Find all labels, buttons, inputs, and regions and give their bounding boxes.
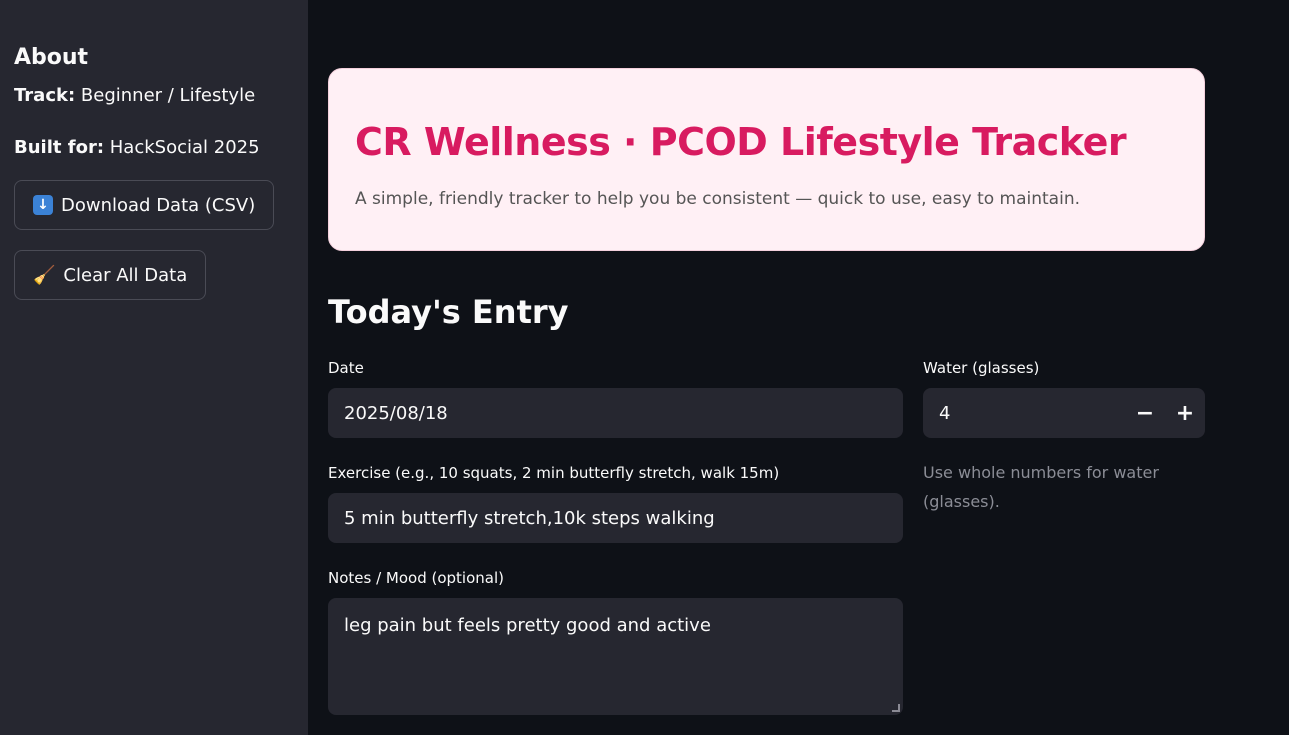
date-label: Date [328, 359, 364, 377]
water-label: Water (glasses) [923, 359, 1040, 377]
notes-textarea[interactable]: leg pain but feels pretty good and activ… [328, 598, 903, 715]
clear-all-data-button[interactable]: 🧹 Clear All Data [14, 250, 207, 300]
clear-all-data-label: Clear All Data [63, 264, 188, 286]
track-label: Track: [14, 85, 76, 106]
water-value: 4 [939, 402, 951, 424]
download-arrow-icon: ↓ [33, 195, 53, 215]
section-title: Today's Entry [328, 293, 569, 331]
date-input[interactable]: 2025/08/18 [328, 388, 903, 438]
clear-button-wrap: 🧹 Clear All Data [14, 250, 294, 300]
sidebar-heading: About [14, 45, 89, 70]
exercise-input[interactable]: 5 min butterfly stretch,10k steps walkin… [328, 493, 903, 543]
main-content: CR Wellness · PCOD Lifestyle Tracker A s… [308, 0, 1289, 735]
hero-subtitle: A simple, friendly tracker to help you b… [355, 189, 1080, 209]
built-for-value: HackSocial 2025 [109, 137, 260, 158]
resize-handle-icon[interactable] [892, 704, 900, 712]
hero-title: CR Wellness · PCOD Lifestyle Tracker [355, 120, 1127, 164]
hero-banner: CR Wellness · PCOD Lifestyle Tracker A s… [328, 68, 1205, 251]
download-csv-button[interactable]: ↓ Download Data (CSV) [14, 180, 275, 230]
exercise-value: 5 min butterfly stretch,10k steps walkin… [344, 507, 715, 529]
notes-value: leg pain but feels pretty good and activ… [344, 615, 711, 636]
broom-icon: 🧹 [33, 264, 56, 286]
stepper-controls: − + [1125, 388, 1205, 438]
exercise-label: Exercise (e.g., 10 squats, 2 min butterf… [328, 464, 780, 482]
date-value: 2025/08/18 [344, 402, 448, 424]
notes-label: Notes / Mood (optional) [328, 569, 504, 587]
download-button-wrap: ↓ Download Data (CSV) [14, 180, 294, 230]
built-for-label: Built for: [14, 137, 105, 158]
sidebar: About Track: Beginner / Lifestyle Built … [0, 0, 308, 735]
track-info: Track: Beginner / Lifestyle [14, 84, 294, 108]
track-value: Beginner / Lifestyle [80, 85, 256, 106]
app-root: About Track: Beginner / Lifestyle Built … [0, 0, 1289, 735]
increment-button[interactable]: + [1165, 388, 1205, 438]
built-for-info: Built for: HackSocial 2025 [14, 136, 294, 160]
water-help-text: Use whole numbers for water (glasses). [923, 463, 1159, 511]
decrement-button[interactable]: − [1125, 388, 1165, 438]
download-csv-label: Download Data (CSV) [61, 194, 256, 216]
water-stepper[interactable]: 4 − + [923, 388, 1205, 438]
